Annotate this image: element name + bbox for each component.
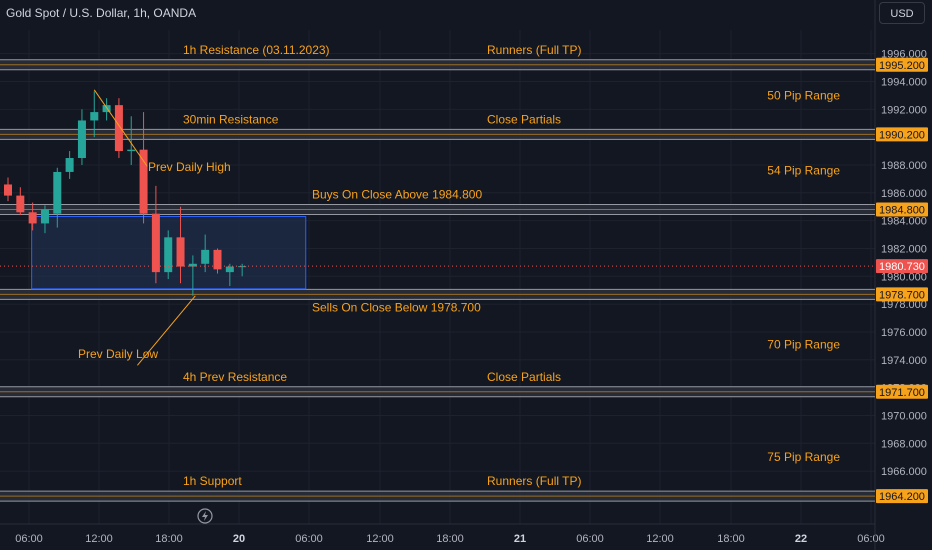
candle-body: [28, 212, 37, 224]
level-right-text: Runners (Full TP): [487, 474, 581, 488]
level-right-text: Close Partials: [487, 370, 561, 384]
y-tick-label: 1970.000: [881, 410, 927, 422]
range-note: 75 Pip Range: [767, 450, 840, 464]
level-left-text: 30min Resistance: [183, 112, 279, 126]
y-tick-label: 1988.000: [881, 160, 927, 172]
x-tick-label: 22: [795, 533, 807, 545]
y-tick-label: 1982.000: [881, 243, 927, 255]
x-tick-label: 18:00: [717, 533, 745, 545]
candle-body: [164, 237, 173, 273]
level-price-label: 1964.200: [879, 491, 925, 503]
level-left-text: 1h Support: [183, 474, 242, 488]
last-price-label: 1980.730: [879, 261, 925, 273]
level-price-label: 1984.800: [879, 205, 925, 217]
x-tick-label: 18:00: [155, 533, 183, 545]
callout-prev-daily-low: Prev Daily Low: [78, 347, 158, 361]
level-price-label: 1990.200: [879, 129, 925, 141]
range-note: 50 Pip Range: [767, 88, 840, 102]
level-right-text: Close Partials: [487, 112, 561, 126]
candle-body: [53, 171, 62, 214]
x-tick-label: 20: [233, 533, 245, 545]
y-tick-label: 1976.000: [881, 327, 927, 339]
candle-body: [16, 195, 25, 213]
x-tick-label: 12:00: [366, 533, 394, 545]
y-tick-label: 1984.000: [881, 216, 927, 228]
level-price-label: 1971.700: [879, 387, 925, 399]
callout-prev-daily-high: Prev Daily High: [148, 160, 231, 174]
symbol-title: Gold Spot / U.S. Dollar, 1h, OANDA: [6, 6, 197, 20]
y-tick-label: 1986.000: [881, 188, 927, 200]
x-tick-label: 21: [514, 533, 526, 545]
y-tick-label: 1974.000: [881, 355, 927, 367]
candle-body: [225, 266, 234, 273]
candle-body: [77, 120, 86, 159]
level-left-text: 1h Resistance (03.11.2023): [183, 43, 330, 57]
currency-button[interactable]: USD: [879, 2, 925, 24]
candle-body: [151, 213, 160, 273]
candle-body: [201, 249, 210, 264]
level-left-text: Sells On Close Below 1978.700: [312, 300, 481, 314]
candle-body: [90, 112, 99, 121]
level-left-text: Buys On Close Above 1984.800: [312, 188, 482, 202]
candle-body: [4, 184, 12, 196]
level-price-label: 1995.200: [879, 60, 925, 72]
candle-body: [65, 158, 74, 172]
range-note: 54 Pip Range: [767, 164, 840, 178]
range-note: 70 Pip Range: [767, 337, 840, 351]
price-chart[interactable]: 06:00 12:00 18:00 20 06:00 12:00 18:00 21 06:00 1…: [0, 0, 932, 550]
level-left-text: 4h Prev Resistance: [183, 370, 287, 384]
level-price-label: 1978.700: [879, 289, 925, 301]
candle-body: [127, 149, 136, 152]
x-tick-label: 18:00: [436, 533, 464, 545]
x-tick-label: 06:00: [857, 533, 885, 545]
candle-body: [139, 149, 148, 214]
y-tick-label: 1994.000: [881, 76, 927, 88]
candle-body: [40, 209, 49, 224]
x-tick-label: 12:00: [646, 533, 674, 545]
y-tick-label: 1968.000: [881, 438, 927, 450]
candle-body: [114, 105, 123, 152]
y-tick-label: 1966.000: [881, 466, 927, 478]
y-tick-label: 1992.000: [881, 104, 927, 116]
x-tick-label: 06:00: [15, 533, 43, 545]
candle-body: [176, 237, 185, 267]
x-tick-label: 12:00: [85, 533, 113, 545]
x-tick-label: 06:00: [295, 533, 323, 545]
level-right-text: Runners (Full TP): [487, 43, 581, 57]
x-tick-label: 06:00: [576, 533, 604, 545]
